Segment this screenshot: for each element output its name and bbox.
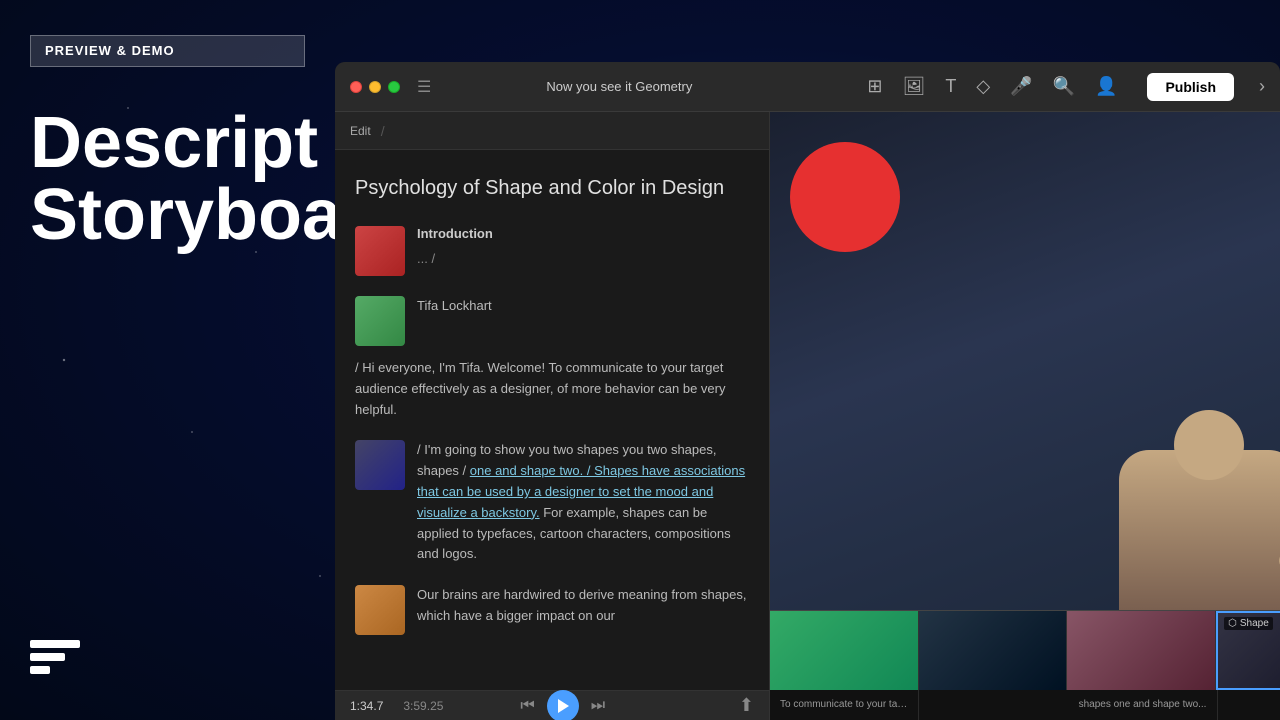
playback-controls: ⏮ ⏭: [520, 690, 605, 720]
thumbnail-intro: [355, 226, 405, 276]
editor-toolbar: Edit /: [335, 112, 769, 150]
hero-title-line2: Storyboard: [30, 179, 305, 251]
title-bar: ☰ Now you see it Geometry ⊞ 🖼 T ◇ 🎤 🔍 👤 …: [335, 62, 1280, 112]
introduction-section: Introduction ... /: [355, 226, 749, 276]
edit-button[interactable]: Edit: [350, 124, 371, 138]
next-button[interactable]: ⏭: [591, 697, 605, 715]
subtitle-1: To communicate to your target audience..…: [770, 690, 919, 720]
shape-red-circle[interactable]: [790, 142, 900, 252]
close-button[interactable]: [350, 81, 362, 93]
thumbnail-3: [355, 440, 405, 490]
timeline-bar: 1:34.7 3:59.25 ⏮ ⏭ ⬆: [335, 690, 769, 720]
video-preview: [770, 112, 1280, 610]
subtitle-3: shapes one and shape two...: [1069, 690, 1218, 720]
speaker-row-tifa: Tifa Lockhart: [355, 296, 749, 346]
toolbar-icons: ⊞ 🖼 T ◇ 🎤 🔍 👤 Publish ›: [867, 73, 1265, 101]
preview-badge-text: PREVIEW & DEMO: [45, 43, 175, 58]
transcript-block-3: Our brains are hardwired to derive meani…: [417, 585, 749, 627]
editor-content[interactable]: Psychology of Shape and Color in Design …: [335, 150, 769, 690]
speaker-name: Tifa Lockhart: [417, 296, 492, 317]
toolbar-divider: /: [381, 123, 385, 139]
grid-icon[interactable]: ⊞: [867, 76, 882, 97]
prev-button[interactable]: ⏮: [520, 697, 534, 715]
publish-button[interactable]: Publish: [1147, 73, 1234, 101]
filmstrip-item-selected[interactable]: ⬡ Shape: [1216, 611, 1280, 690]
highlight-text-1: one and shape two. / Shapes have associa…: [417, 463, 745, 520]
thumbnail-tifa: [355, 296, 405, 346]
video-person-area: [1099, 410, 1280, 610]
filmstrip-item-2[interactable]: [919, 611, 1068, 690]
search-icon[interactable]: 🔍: [1053, 76, 1075, 97]
logo-bar-1: [30, 640, 80, 648]
hero-title-line1: Descript: [30, 107, 305, 179]
document-title: Psychology of Shape and Color in Design: [355, 175, 749, 201]
left-panel: PREVIEW & DEMO Descript Storyboard: [0, 0, 335, 720]
film-shape-label: ⬡ Shape: [1224, 617, 1273, 630]
logo-bar-2: [30, 653, 65, 661]
transcript-block-2: / I'm going to show you two shapes you t…: [417, 440, 749, 565]
transcript-section-3: Our brains are hardwired to derive meani…: [355, 585, 749, 635]
shapes-icon[interactable]: ◇: [976, 76, 990, 97]
person-icon[interactable]: 👤: [1095, 76, 1117, 97]
mic-icon[interactable]: 🎤: [1010, 76, 1032, 97]
play-button[interactable]: [547, 690, 579, 720]
speaker-row-3: / I'm going to show you two shapes you t…: [355, 440, 749, 565]
filmstrip-item-3[interactable]: [1067, 611, 1216, 690]
current-time: 1:34.7: [350, 699, 383, 713]
hero-title: Descript Storyboard: [30, 107, 305, 251]
minimize-button[interactable]: [369, 81, 381, 93]
speaker-section: Tifa Lockhart / Hi everyone, I'm Tifa. W…: [355, 296, 749, 420]
speaker-row-4: Our brains are hardwired to derive meani…: [355, 585, 749, 635]
subtitle-bar: To communicate to your target audience..…: [770, 690, 1280, 720]
image-icon[interactable]: 🖼: [902, 76, 925, 97]
transcript-section-2: / I'm going to show you two shapes you t…: [355, 440, 749, 565]
thumbnail-4: [355, 585, 405, 635]
logo-bar-3: [30, 666, 50, 674]
more-icon[interactable]: ›: [1259, 76, 1265, 97]
text-icon[interactable]: T: [945, 76, 956, 97]
filmstrip-item-1[interactable]: [770, 611, 919, 690]
app-window: ☰ Now you see it Geometry ⊞ 🖼 T ◇ 🎤 🔍 👤 …: [335, 62, 1280, 720]
content-area: Edit / Psychology of Shape and Color in …: [335, 112, 1280, 720]
window-title: Now you see it Geometry: [383, 79, 855, 94]
transcript-block-1: / Hi everyone, I'm Tifa. Welcome! To com…: [355, 358, 749, 420]
filmstrip: ⬡ Shape: [770, 610, 1280, 690]
editor-panel: Edit / Psychology of Shape and Color in …: [335, 112, 770, 720]
preview-badge: PREVIEW & DEMO: [30, 35, 305, 67]
speaker-row-intro: Introduction ... /: [355, 226, 749, 276]
video-panel: ⬡ Shape To communicate to your target au…: [770, 112, 1280, 720]
logo-icon: [30, 640, 80, 690]
transcript-ellipsis: ... /: [417, 249, 493, 270]
total-time: 3:59.25: [403, 699, 443, 713]
descript-logo: [30, 640, 80, 690]
section-label-intro: Introduction: [417, 226, 493, 241]
person-head: [1174, 410, 1244, 480]
play-icon: [558, 699, 569, 713]
upload-icon[interactable]: ⬆: [739, 695, 754, 716]
